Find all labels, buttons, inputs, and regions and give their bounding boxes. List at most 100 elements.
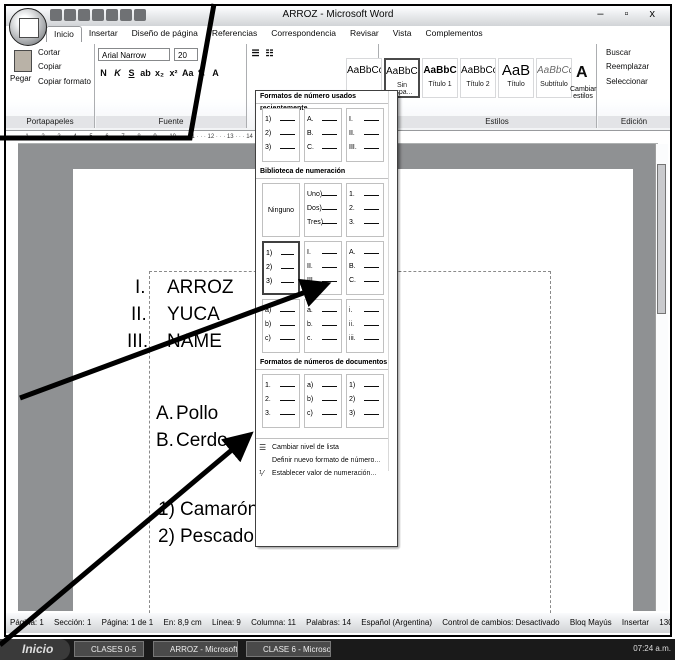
tab-referencias[interactable]: Referencias: [205, 26, 264, 42]
style-title[interactable]: AaB Título: [498, 58, 534, 98]
status-page[interactable]: Página: 1: [6, 613, 48, 627]
task-clase6-word[interactable]: CLASE 6 - Microsoft ...: [246, 641, 331, 657]
font-group-label: Fuente: [96, 116, 246, 128]
doc-format-numeric-dot[interactable]: 1. 2. 3.: [262, 374, 300, 428]
list-item[interactable]: 1) Camarón: [158, 499, 258, 521]
define-number-format-item[interactable]: Definir nuevo formato de número...: [256, 454, 397, 467]
tab-correspondencia[interactable]: Correspondencia: [264, 26, 343, 42]
style-subtitle[interactable]: AaBbCc.Subtítulo: [536, 58, 572, 98]
status-track-changes[interactable]: Control de cambios: Desactivado: [438, 613, 563, 627]
vertical-scrollbar[interactable]: [655, 144, 668, 611]
list-item[interactable]: B. Cerdo: [156, 430, 228, 452]
bullets-icon[interactable]: ☰: [250, 48, 261, 59]
recent-format-alpha[interactable]: A. B. C.: [304, 108, 342, 162]
recent-formats-header: Formatos de número usados recientemente: [256, 91, 397, 112]
taskbar: Inicio CLASES 0-5 ARROZ - Microsoft W...…: [0, 639, 675, 660]
bold-icon[interactable]: N: [98, 68, 109, 79]
library-format-alpha-dot[interactable]: a. b. c.: [304, 299, 342, 353]
set-numbering-value-item[interactable]: ⅟ Establecer valor de numeración...: [256, 467, 397, 480]
numbering-icon[interactable]: ☷: [264, 48, 275, 59]
clipboard-group-label: Portapapeles: [6, 116, 94, 128]
clipboard-group: Pegar Cortar Copiar Copiar formato Porta…: [6, 44, 95, 128]
superscript-icon[interactable]: x²: [168, 68, 179, 79]
library-format-roman-lower[interactable]: i. ii. iii.: [346, 299, 384, 353]
recent-format-numeric[interactable]: 1) 2) 3): [262, 108, 300, 162]
tab-complementos[interactable]: Complementos: [419, 26, 490, 42]
numbering-value-icon: ⅟: [259, 469, 264, 478]
cut-button[interactable]: Cortar: [38, 48, 60, 57]
paste-icon[interactable]: [14, 50, 32, 72]
office-button[interactable]: [9, 8, 47, 46]
status-words[interactable]: Palabras: 14: [302, 613, 355, 627]
list-level-icon: ☰: [259, 443, 267, 452]
document-formats-header: Formatos de números de documentos: [256, 357, 397, 370]
tab-vista[interactable]: Vista: [386, 26, 419, 42]
doc-format-alpha-paren[interactable]: a) b) c): [304, 374, 342, 428]
status-page-count[interactable]: Página: 1 de 1: [98, 613, 158, 627]
styles-group: AaBbCcDc AaBbCcDcSin espa... AaBbCTítulo…: [346, 44, 597, 128]
status-section[interactable]: Sección: 1: [50, 613, 95, 627]
change-styles-button[interactable]: Cambiar estilos: [570, 86, 596, 100]
subscript-icon[interactable]: x₂: [154, 68, 165, 79]
copy-button[interactable]: Copiar: [38, 62, 62, 71]
status-position[interactable]: En: 8,9 cm: [159, 613, 205, 627]
editing-group-label: Edición: [598, 116, 670, 128]
select-button[interactable]: Seleccionar: [606, 77, 648, 86]
underline-icon[interactable]: S: [126, 68, 137, 79]
style-heading-2[interactable]: AaBbCc Título 2: [460, 58, 496, 98]
style-heading-1[interactable]: AaBbC Título 1: [422, 58, 458, 98]
library-format-alpha-paren[interactable]: a) b) c): [262, 299, 300, 353]
font-group: Arial Narrow 20 N K S ab x₂ x² Aa ✎ A Fu…: [96, 44, 247, 128]
library-format-numeric-paren[interactable]: 1) 2) 3): [262, 241, 300, 295]
tab-inicio[interactable]: Inicio: [46, 26, 82, 42]
change-list-level-item[interactable]: ☰ Cambiar nivel de lista: [256, 441, 397, 454]
numbering-none[interactable]: Ninguno: [262, 183, 300, 237]
numbering-dropdown: Formatos de número usados recientemente …: [255, 90, 398, 547]
screenshot-frame: ARROZ - Microsoft Word – ▫ x Inicio Inse…: [0, 0, 675, 660]
title-bar: ARROZ - Microsoft Word – ▫ x: [6, 6, 670, 26]
tab-revisar[interactable]: Revisar: [343, 26, 386, 42]
paste-button[interactable]: Pegar: [10, 74, 31, 83]
start-button[interactable]: Inicio: [0, 639, 70, 660]
font-name-combo[interactable]: Arial Narrow: [98, 48, 170, 61]
list-item[interactable]: 2) Pescado: [158, 526, 254, 548]
format-painter-button[interactable]: Copiar formato: [38, 77, 91, 86]
task-arroz-word[interactable]: ARROZ - Microsoft W...: [153, 641, 238, 657]
status-column[interactable]: Columna: 11: [247, 613, 300, 627]
status-caps-lock[interactable]: Bloq Mayús: [566, 613, 616, 627]
library-format-numeric-dot[interactable]: 1. 2. 3.: [346, 183, 384, 237]
change-styles-icon[interactable]: A: [576, 64, 588, 82]
status-language[interactable]: Español (Argentina): [357, 613, 436, 627]
change-case-icon[interactable]: Aa: [182, 68, 194, 79]
styles-group-label: Estilos: [398, 116, 596, 128]
highlight-icon[interactable]: ✎: [196, 68, 207, 79]
replace-button[interactable]: Reemplazar: [606, 62, 649, 71]
dropdown-commands: ☰ Cambiar nivel de lista Definir nuevo fo…: [256, 438, 397, 480]
zoom-level[interactable]: 130%: [655, 613, 670, 627]
status-insert-mode[interactable]: Insertar: [618, 613, 653, 627]
task-clases[interactable]: CLASES 0-5: [74, 641, 144, 657]
office-logo-icon: [19, 18, 39, 38]
font-color-icon[interactable]: A: [210, 68, 221, 79]
library-format-words[interactable]: Uno) Dos) Tres): [304, 183, 342, 237]
window-controls[interactable]: – ▫ x: [597, 8, 664, 20]
library-format-roman[interactable]: I. II. III.: [304, 241, 342, 295]
italic-icon[interactable]: K: [112, 68, 123, 79]
list-item[interactable]: III. NAME: [127, 331, 222, 353]
tab-diseno-pagina[interactable]: Diseño de página: [125, 26, 205, 42]
tab-insertar[interactable]: Insertar: [82, 26, 125, 42]
recent-format-roman[interactable]: I. II. III.: [346, 108, 384, 162]
scrollbar-thumb[interactable]: [657, 164, 666, 314]
strikethrough-icon[interactable]: ab: [140, 68, 151, 79]
list-item[interactable]: I. ARROZ: [135, 277, 234, 299]
find-button[interactable]: Buscar: [606, 48, 631, 57]
list-item[interactable]: II. YUCA: [131, 304, 220, 326]
dropdown-scrollbar[interactable]: [388, 91, 397, 471]
library-format-alpha-upper[interactable]: A. B. C.: [346, 241, 384, 295]
font-size-combo[interactable]: 20: [174, 48, 198, 61]
editing-group: Buscar Reemplazar Seleccionar Edición: [598, 44, 670, 128]
list-item[interactable]: A. Pollo: [156, 403, 218, 425]
numbering-library-header: Biblioteca de numeración: [256, 166, 397, 179]
status-line[interactable]: Línea: 9: [208, 613, 245, 627]
doc-format-numeric-paren[interactable]: 1) 2) 3): [346, 374, 384, 428]
